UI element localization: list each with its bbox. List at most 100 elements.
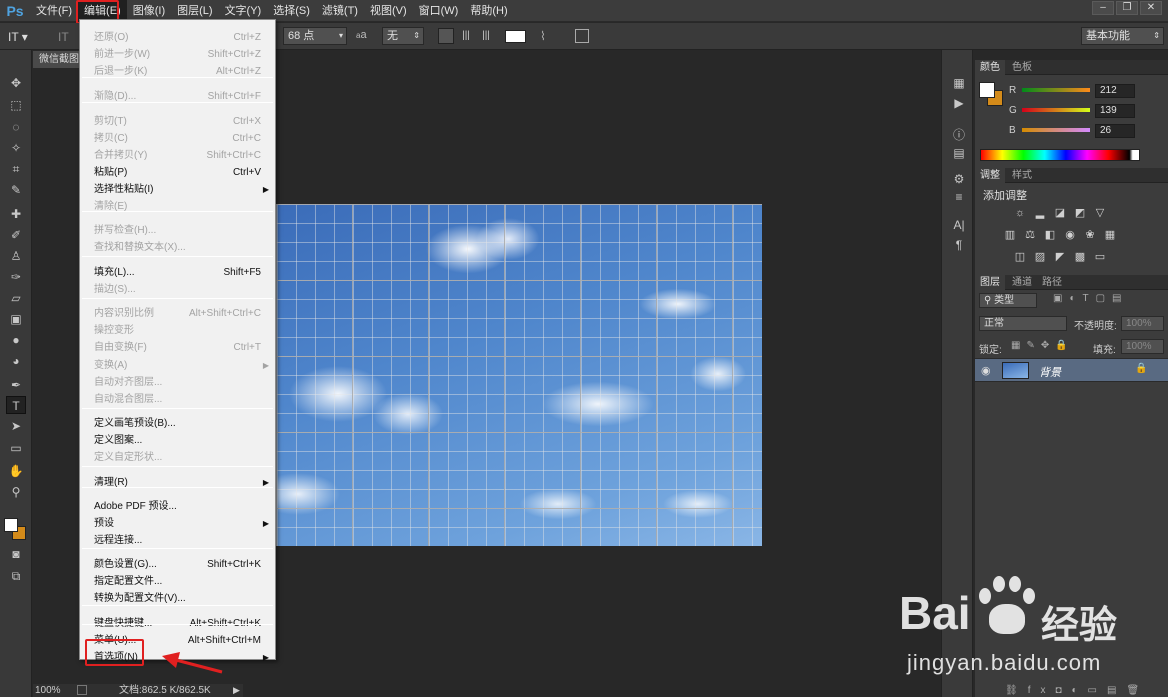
edit-menu-item[interactable]: 还原(O) Ctrl+Z [80, 29, 275, 46]
swatches-icon[interactable]: ▤ [949, 144, 969, 162]
tab-swatches[interactable]: 色板 [1007, 60, 1037, 75]
fg-color-swatch[interactable] [979, 82, 995, 98]
channel-r-value[interactable]: 212 [1095, 84, 1135, 98]
edit-menu-item[interactable]: Adobe PDF 预设... [80, 498, 275, 515]
levels-icon[interactable]: ▂ [1033, 207, 1047, 219]
edit-menu-item[interactable]: 变换(A) ▶ [80, 357, 275, 374]
menu-8[interactable]: 窗口(W) [413, 0, 465, 22]
menu-0[interactable]: 文件(F) [30, 0, 78, 22]
channel-g-value[interactable]: 139 [1095, 104, 1135, 118]
hand-tool-icon[interactable]: ✋ [6, 462, 26, 480]
minimize-icon[interactable]: – [1092, 1, 1114, 15]
dodge-tool-icon[interactable]: ◕ [6, 352, 26, 370]
brightness-icon[interactable]: ☼ [1013, 207, 1027, 219]
edit-menu-item[interactable]: 颜色设置(G)... Shift+Ctrl+K [80, 556, 275, 573]
gradient-map-icon[interactable]: ▩ [1073, 251, 1087, 263]
text-tool-preset[interactable]: IT ▾ [8, 28, 48, 46]
edit-menu-item[interactable]: 自动对齐图层... [80, 374, 275, 391]
actions-icon[interactable]: ▶ [949, 94, 969, 112]
align-left-icon[interactable] [438, 28, 454, 44]
eraser-tool-icon[interactable]: ▱ [6, 289, 26, 307]
healing-brush-icon[interactable]: ✚ [6, 205, 26, 223]
gradient-tool-icon[interactable]: ▣ [6, 310, 26, 328]
foreground-color-swatch[interactable] [4, 518, 18, 532]
black-white-icon[interactable]: ◧ [1043, 229, 1057, 241]
channel-g-slider[interactable] [1022, 108, 1090, 112]
marquee-tool-icon[interactable]: ⬚ [6, 96, 26, 114]
tab-adjustments[interactable]: 调整 [975, 168, 1005, 183]
type-tool-icon[interactable]: T [6, 396, 26, 414]
menu-6[interactable]: 滤镜(T) [316, 0, 364, 22]
screen-mode-icon[interactable]: ⧉ [6, 567, 26, 585]
antialias-select[interactable]: 无 ⇕ [382, 27, 424, 45]
edit-menu-item[interactable]: 填充(L)... Shift+F5 [80, 264, 275, 281]
edit-menu-item[interactable]: 选择性粘贴(I) ▶ [80, 181, 275, 198]
info-icon[interactable]: ⓘ [949, 126, 969, 144]
text-color-swatch[interactable] [505, 30, 526, 43]
edit-menu-item[interactable]: 剪切(T) Ctrl+X [80, 113, 275, 130]
history-icon[interactable]: ▦ [949, 74, 969, 92]
eye-icon[interactable]: ◉ [981, 364, 991, 377]
channel-mixer-icon[interactable]: ❀ [1083, 229, 1097, 241]
character-icon[interactable]: A| [949, 216, 969, 234]
orientation-icon[interactable]: IT [58, 28, 76, 46]
tab-styles[interactable]: 样式 [1007, 168, 1037, 183]
photo-filter-icon[interactable]: ◉ [1063, 229, 1077, 241]
brush-tool-icon[interactable]: ✐ [6, 226, 26, 244]
edit-menu-item[interactable]: 粘贴(P) Ctrl+V [80, 164, 275, 181]
layer-filter-select[interactable]: ⚲ 类型 [979, 293, 1037, 308]
status-info-icon[interactable] [77, 685, 87, 695]
tab-paths[interactable]: 路径 [1037, 275, 1067, 290]
menu-7[interactable]: 视图(V) [364, 0, 413, 22]
lasso-tool-icon[interactable]: ◌ [6, 118, 26, 136]
edit-menu-item[interactable]: 描边(S)... [80, 281, 275, 298]
selective-color-icon[interactable]: ▭ [1093, 251, 1107, 263]
edit-menu-item[interactable]: 合并拷贝(Y) Shift+Ctrl+C [80, 147, 275, 164]
move-tool-icon[interactable]: ✥ [6, 74, 26, 92]
opacity-field[interactable]: 100% [1121, 316, 1164, 331]
restore-icon[interactable]: ❐ [1116, 1, 1138, 15]
color-balance-icon[interactable]: ⚖ [1023, 229, 1037, 241]
crop-tool-icon[interactable]: ⌗ [6, 160, 26, 178]
color-lookup-icon[interactable]: ▦ [1103, 229, 1117, 241]
history-brush-icon[interactable]: ✑ [6, 268, 26, 286]
document-canvas[interactable] [258, 204, 762, 546]
edit-menu-item[interactable]: 清除(E) [80, 198, 275, 215]
edit-menu-item[interactable]: 定义画笔预设(B)... [80, 415, 275, 432]
adjust-icon[interactable]: ≡ [949, 188, 969, 206]
pen-tool-icon[interactable]: ✒ [6, 376, 26, 394]
eyedropper-icon[interactable]: ✎ [6, 181, 26, 199]
edit-menu-item[interactable]: 拷贝(C) Ctrl+C [80, 130, 275, 147]
magic-wand-icon[interactable]: ✧ [6, 139, 26, 157]
edit-menu-item[interactable]: 操控变形 [80, 322, 275, 339]
chevron-right-icon[interactable]: ▶ [233, 684, 240, 697]
channel-b-slider[interactable] [1022, 128, 1090, 132]
channel-r-slider[interactable] [1022, 88, 1090, 92]
zoom-level[interactable]: 100% [35, 684, 61, 697]
layer-name[interactable]: 背景 [1039, 364, 1061, 380]
align-center-icon[interactable]: ||| [458, 28, 474, 44]
edit-menu-item[interactable]: 前进一步(W) Shift+Ctrl+Z [80, 46, 275, 63]
align-right-icon[interactable]: ||| [478, 28, 494, 44]
color-spectrum-bar[interactable] [980, 149, 1140, 161]
threshold-icon[interactable]: ◤ [1053, 251, 1067, 263]
edit-menu-item[interactable]: 远程连接... [80, 532, 275, 549]
rectangle-tool-icon[interactable]: ▭ [6, 439, 26, 457]
menu-9[interactable]: 帮助(H) [464, 0, 513, 22]
tab-color[interactable]: 颜色 [975, 60, 1005, 75]
edit-menu-item[interactable]: 指定配置文件... [80, 573, 275, 590]
workspace-select[interactable]: 基本功能 ⇕ [1081, 27, 1164, 45]
font-size-select[interactable]: 68 点 ▾ [283, 27, 347, 45]
paragraph-icon[interactable]: ¶ [949, 236, 969, 254]
edit-menu-item[interactable]: 定义自定形状... [80, 449, 275, 466]
layer-row[interactable]: ◉ 背景 🔒 [975, 358, 1168, 382]
exposure-icon[interactable]: ◩ [1073, 207, 1087, 219]
edit-menu-item[interactable]: 定义图案... [80, 432, 275, 449]
edit-menu-item[interactable]: 自动混合图层... [80, 391, 275, 408]
character-panel-icon[interactable] [575, 29, 589, 43]
edit-menu-item[interactable]: 拼写检查(H)... [80, 222, 275, 239]
edit-menu-item[interactable]: 自由变换(F) Ctrl+T [80, 339, 275, 356]
vibrance-icon[interactable]: ▽ [1093, 207, 1107, 219]
quick-mask-icon[interactable]: ◙ [6, 545, 26, 563]
path-select-icon[interactable]: ➤ [6, 417, 26, 435]
